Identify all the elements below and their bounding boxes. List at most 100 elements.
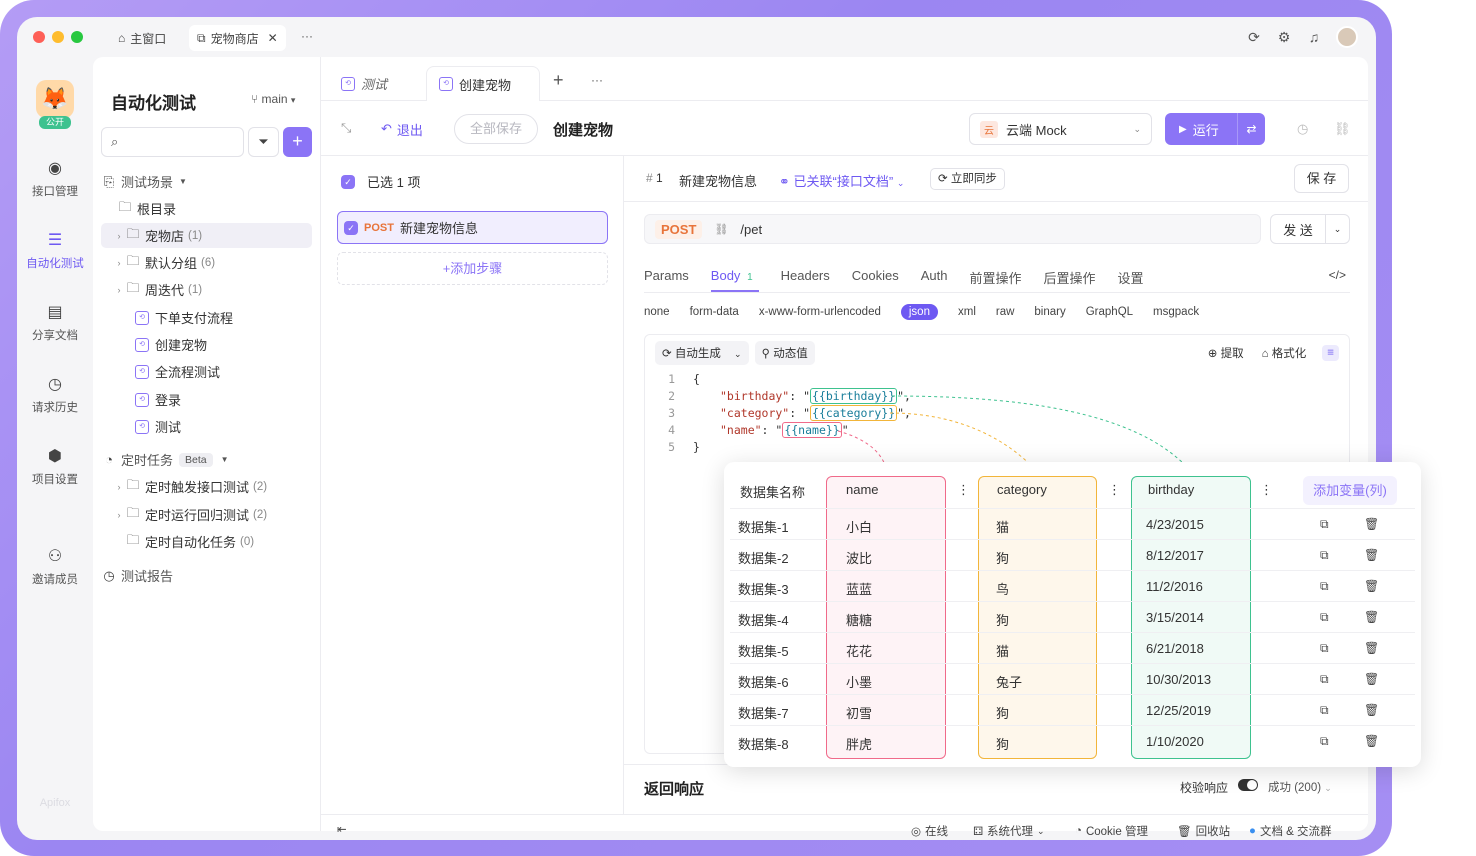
body-type-msgpack[interactable]: msgpack xyxy=(1153,306,1199,318)
save-button[interactable]: 保 存 xyxy=(1294,164,1349,193)
dataset-name-cell[interactable]: 数据集-1 xyxy=(738,517,789,536)
gear-icon[interactable]: ⚙ xyxy=(1276,29,1292,45)
rail-share-docs[interactable]: ▤ 分享文档 xyxy=(17,303,93,343)
recycle-bin[interactable]: 🗑 回收站 xyxy=(1177,823,1230,839)
tab-test[interactable]: ⟲ 测试 xyxy=(329,66,399,101)
rail-automation-test[interactable]: ☰ 自动化测试 xyxy=(17,231,93,271)
url-path[interactable]: /pet xyxy=(740,222,762,237)
branch-selector[interactable]: ⑂ main ▾ xyxy=(251,92,295,106)
rail-api-management[interactable]: ◉ 接口管理 xyxy=(17,159,93,199)
select-all-row[interactable]: ✓ 已选 1 项 xyxy=(341,172,420,191)
body-type-graphql[interactable]: GraphQL xyxy=(1086,306,1133,318)
tab-settings[interactable]: 设置 xyxy=(1118,260,1144,292)
online-status[interactable]: ◎ 在线 xyxy=(911,823,948,839)
body-type-binary[interactable]: binary xyxy=(1034,306,1065,318)
tree-section-scenarios[interactable]: ⎘ 测试场景 ▼ xyxy=(101,169,312,194)
delete-icon[interactable]: 🗑 xyxy=(1364,579,1379,593)
category-cell[interactable]: 狗 xyxy=(996,703,1009,722)
category-variable[interactable]: {{category}} xyxy=(810,405,898,421)
name-cell[interactable]: 波比 xyxy=(846,548,872,567)
copy-icon[interactable]: ⧉ xyxy=(1320,672,1329,687)
name-cell[interactable]: 花花 xyxy=(846,641,872,660)
delete-icon[interactable]: 🗑 xyxy=(1364,734,1379,748)
filter-button[interactable]: ⏷ xyxy=(248,127,279,157)
copy-icon[interactable]: ⧉ xyxy=(1320,517,1329,532)
tab-create-pet[interactable]: ⟲ 创建宠物 xyxy=(426,66,540,101)
history-icon[interactable]: ◷ xyxy=(1297,121,1308,137)
category-cell[interactable]: 狗 xyxy=(996,610,1009,629)
body-type-form-data[interactable]: form-data xyxy=(690,306,739,318)
name-cell[interactable]: 小白 xyxy=(846,517,872,536)
collapse-sidebar-icon[interactable]: ⇤ xyxy=(337,822,347,836)
search-input[interactable]: ⌕ xyxy=(101,127,244,157)
body-type-raw[interactable]: raw xyxy=(996,306,1015,318)
environment-select[interactable]: 云 云端 Mock ⌄ xyxy=(969,113,1152,145)
check-icon[interactable]: ✓ xyxy=(344,220,358,235)
tab-body[interactable]: Body 1 xyxy=(710,260,759,292)
tab-post-actions[interactable]: 后置操作 xyxy=(1044,260,1096,292)
method-badge[interactable]: POST xyxy=(655,219,703,239)
tab-headers[interactable]: Headers xyxy=(781,260,830,292)
name-cell[interactable]: 糖糖 xyxy=(846,610,872,629)
tab-pre-actions[interactable]: 前置操作 xyxy=(969,260,1021,292)
delete-icon[interactable]: 🗑 xyxy=(1364,517,1379,531)
birthday-variable[interactable]: {{birthday}} xyxy=(810,388,898,404)
delete-icon[interactable]: 🗑 xyxy=(1364,610,1379,624)
more-tabs-icon[interactable]: ··· xyxy=(591,73,603,87)
tree-item-create-pet[interactable]: ⟲ 创建宠物 xyxy=(101,332,312,357)
sync-button[interactable]: ⟳ 立即同步 xyxy=(930,168,1005,190)
close-window-button[interactable] xyxy=(33,31,45,43)
rail-request-history[interactable]: ◷ 请求历史 xyxy=(17,375,93,415)
tree-section-schedules[interactable]: ◔ 定时任务 Beta ▼ xyxy=(101,447,312,472)
dataset-name-cell[interactable]: 数据集-7 xyxy=(738,703,789,722)
new-tab-button[interactable]: + xyxy=(553,70,564,91)
wrap-icon[interactable]: ≡ xyxy=(1322,345,1339,361)
avatar[interactable] xyxy=(1336,26,1358,48)
code-area[interactable]: 1{ 2 "birthday": " {{birthday}} ", 3 "catego… xyxy=(645,371,1349,461)
chevron-down-icon[interactable]: ⌄ xyxy=(1325,215,1349,243)
copy-icon[interactable]: ⧉ xyxy=(1320,641,1329,656)
column-menu-icon[interactable]: ⋮ xyxy=(1108,482,1121,498)
tree-item-full-flow[interactable]: ⟲ 全流程测试 xyxy=(101,359,312,384)
expand-icon[interactable]: ⤡ xyxy=(341,120,351,136)
birthday-cell[interactable]: 4/23/2015 xyxy=(1146,517,1204,532)
column-menu-icon[interactable]: ⋮ xyxy=(957,482,970,498)
body-type-urlencoded[interactable]: x-www-form-urlencoded xyxy=(759,306,881,318)
add-step-button[interactable]: +添加步骤 xyxy=(337,252,608,285)
copy-icon[interactable]: ⧉ xyxy=(1320,610,1329,625)
maximize-window-button[interactable] xyxy=(71,31,83,43)
save-all-button[interactable]: 全部保存 xyxy=(454,114,539,144)
delete-icon[interactable]: 🗑 xyxy=(1364,548,1379,562)
rail-invite-members[interactable]: ⚇ 邀请成员 xyxy=(17,547,93,587)
body-type-json[interactable]: json xyxy=(900,304,938,320)
tab-pet-store[interactable]: ⧉ 宠物商店 ✕ xyxy=(189,25,286,51)
tree-item-sched-auto[interactable]: 🗀 定时自动化任务 (0) xyxy=(101,529,312,554)
exit-button[interactable]: ↶ 退出 xyxy=(381,114,423,144)
category-cell[interactable]: 猫 xyxy=(996,641,1009,660)
category-cell[interactable]: 狗 xyxy=(996,548,1009,567)
add-button[interactable]: + xyxy=(283,127,312,157)
tree-item-login[interactable]: ⟲ 登录 xyxy=(101,387,312,412)
close-tab-icon[interactable]: ✕ xyxy=(268,31,278,45)
delete-icon[interactable]: 🗑 xyxy=(1364,641,1379,655)
tab-cookies[interactable]: Cookies xyxy=(852,260,899,292)
dataset-name-cell[interactable]: 数据集-3 xyxy=(738,579,789,598)
validate-toggle[interactable] xyxy=(1238,779,1258,791)
copy-icon[interactable]: ⧉ xyxy=(1320,703,1329,718)
response-status-select[interactable]: 成功 (200) ⌄ xyxy=(1268,779,1332,795)
name-cell[interactable]: 初雪 xyxy=(846,703,872,722)
tree-item-test[interactable]: ⟲ 测试 xyxy=(101,414,312,439)
url-bar[interactable]: POST ⛓ /pet xyxy=(644,214,1261,244)
body-type-none[interactable]: none xyxy=(644,306,670,318)
auto-generate-button[interactable]: ⟳ 自动生成 ⌄ xyxy=(655,341,749,365)
name-cell[interactable]: 胖虎 xyxy=(846,734,872,753)
add-variable-column-button[interactable]: 添加变量(列) xyxy=(1303,476,1397,505)
run-settings-icon[interactable]: ⇄ xyxy=(1237,113,1265,145)
minimize-window-button[interactable] xyxy=(52,31,64,43)
tree-item-root[interactable]: 🗀 根目录 xyxy=(101,196,312,221)
birthday-cell[interactable]: 11/2/2016 xyxy=(1146,579,1203,594)
more-tabs-button[interactable]: ··· xyxy=(301,29,313,43)
bell-icon[interactable]: ♫ xyxy=(1306,29,1322,45)
delete-icon[interactable]: 🗑 xyxy=(1364,703,1379,717)
tab-params[interactable]: Params xyxy=(644,260,689,292)
